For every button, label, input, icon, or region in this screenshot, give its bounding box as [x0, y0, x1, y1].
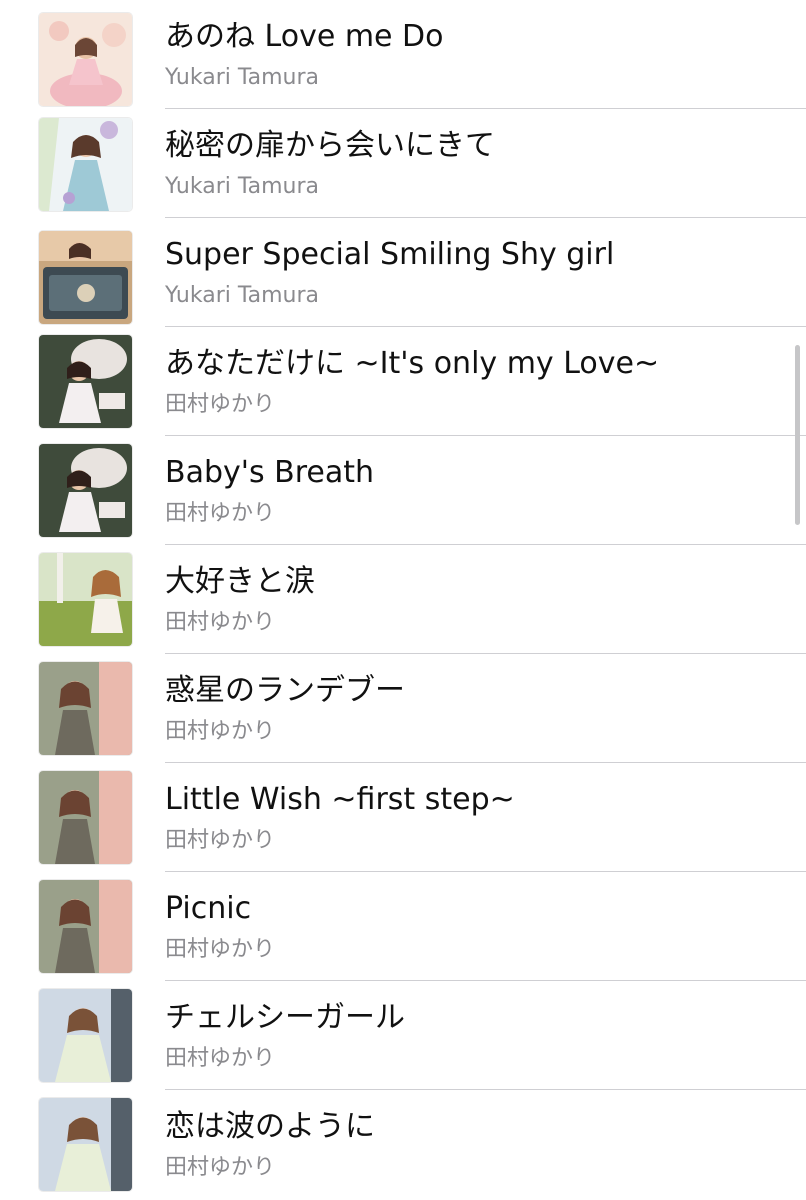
album-art	[39, 444, 132, 537]
song-title: Super Special Smiling Shy girl	[165, 237, 615, 272]
song-title: あのね Love me Do	[165, 19, 444, 54]
song-artist: 田村ゆかり	[165, 392, 276, 417]
song-row[interactable]: Baby's Breath 田村ゆかり	[0, 436, 806, 545]
album-art	[39, 553, 132, 646]
song-list: あのね Love me Do Yukari Tamura 秘密の扉から会いにきて…	[0, 0, 806, 1200]
song-artist: 田村ゆかり	[165, 610, 276, 635]
scrollbar[interactable]	[795, 345, 800, 525]
song-title: あなただけに ~It's only my Love~	[165, 346, 660, 381]
song-title: Picnic	[165, 891, 252, 926]
song-title: 秘密の扉から会いにきて	[165, 128, 495, 163]
album-art	[39, 13, 132, 106]
song-title: 恋は波のように	[165, 1109, 375, 1144]
song-artist: 田村ゆかり	[165, 828, 276, 853]
song-row[interactable]: Little Wish ~first step~ 田村ゆかり	[0, 763, 806, 872]
song-artist: Yukari Tamura	[165, 65, 320, 90]
song-title: Little Wish ~first step~	[165, 782, 515, 817]
song-artist: 田村ゆかり	[165, 1155, 276, 1180]
album-art	[39, 880, 132, 973]
song-row[interactable]: 惑星のランデブー 田村ゆかり	[0, 654, 806, 763]
song-title: 惑星のランデブー	[165, 673, 405, 708]
song-artist: 田村ゆかり	[165, 937, 276, 962]
album-art	[39, 335, 132, 428]
song-row[interactable]: 恋は波のように 田村ゆかり	[0, 1090, 806, 1199]
album-art	[39, 231, 132, 324]
song-artist: 田村ゆかり	[165, 1046, 276, 1071]
song-title: チェルシーガール	[165, 1000, 405, 1035]
song-row[interactable]: あのね Love me Do Yukari Tamura	[0, 0, 806, 109]
song-artist: Yukari Tamura	[165, 283, 320, 308]
song-artist: Yukari Tamura	[165, 174, 320, 199]
song-artist: 田村ゆかり	[165, 501, 276, 526]
song-row[interactable]: チェルシーガール 田村ゆかり	[0, 981, 806, 1090]
song-row[interactable]: Picnic 田村ゆかり	[0, 872, 806, 981]
album-art	[39, 1098, 132, 1191]
song-artist: 田村ゆかり	[165, 719, 276, 744]
song-row[interactable]: あなただけに ~It's only my Love~ 田村ゆかり	[0, 327, 806, 436]
album-art	[39, 989, 132, 1082]
song-title: Baby's Breath	[165, 455, 375, 490]
album-art	[39, 662, 132, 755]
song-row[interactable]: 大好きと涙 田村ゆかり	[0, 545, 806, 654]
album-art	[39, 771, 132, 864]
album-art	[39, 118, 132, 211]
song-title: 大好きと涙	[165, 564, 315, 599]
song-row[interactable]: 秘密の扉から会いにきて Yukari Tamura	[0, 109, 806, 218]
song-row[interactable]: Super Special Smiling Shy girl Yukari Ta…	[0, 218, 806, 327]
